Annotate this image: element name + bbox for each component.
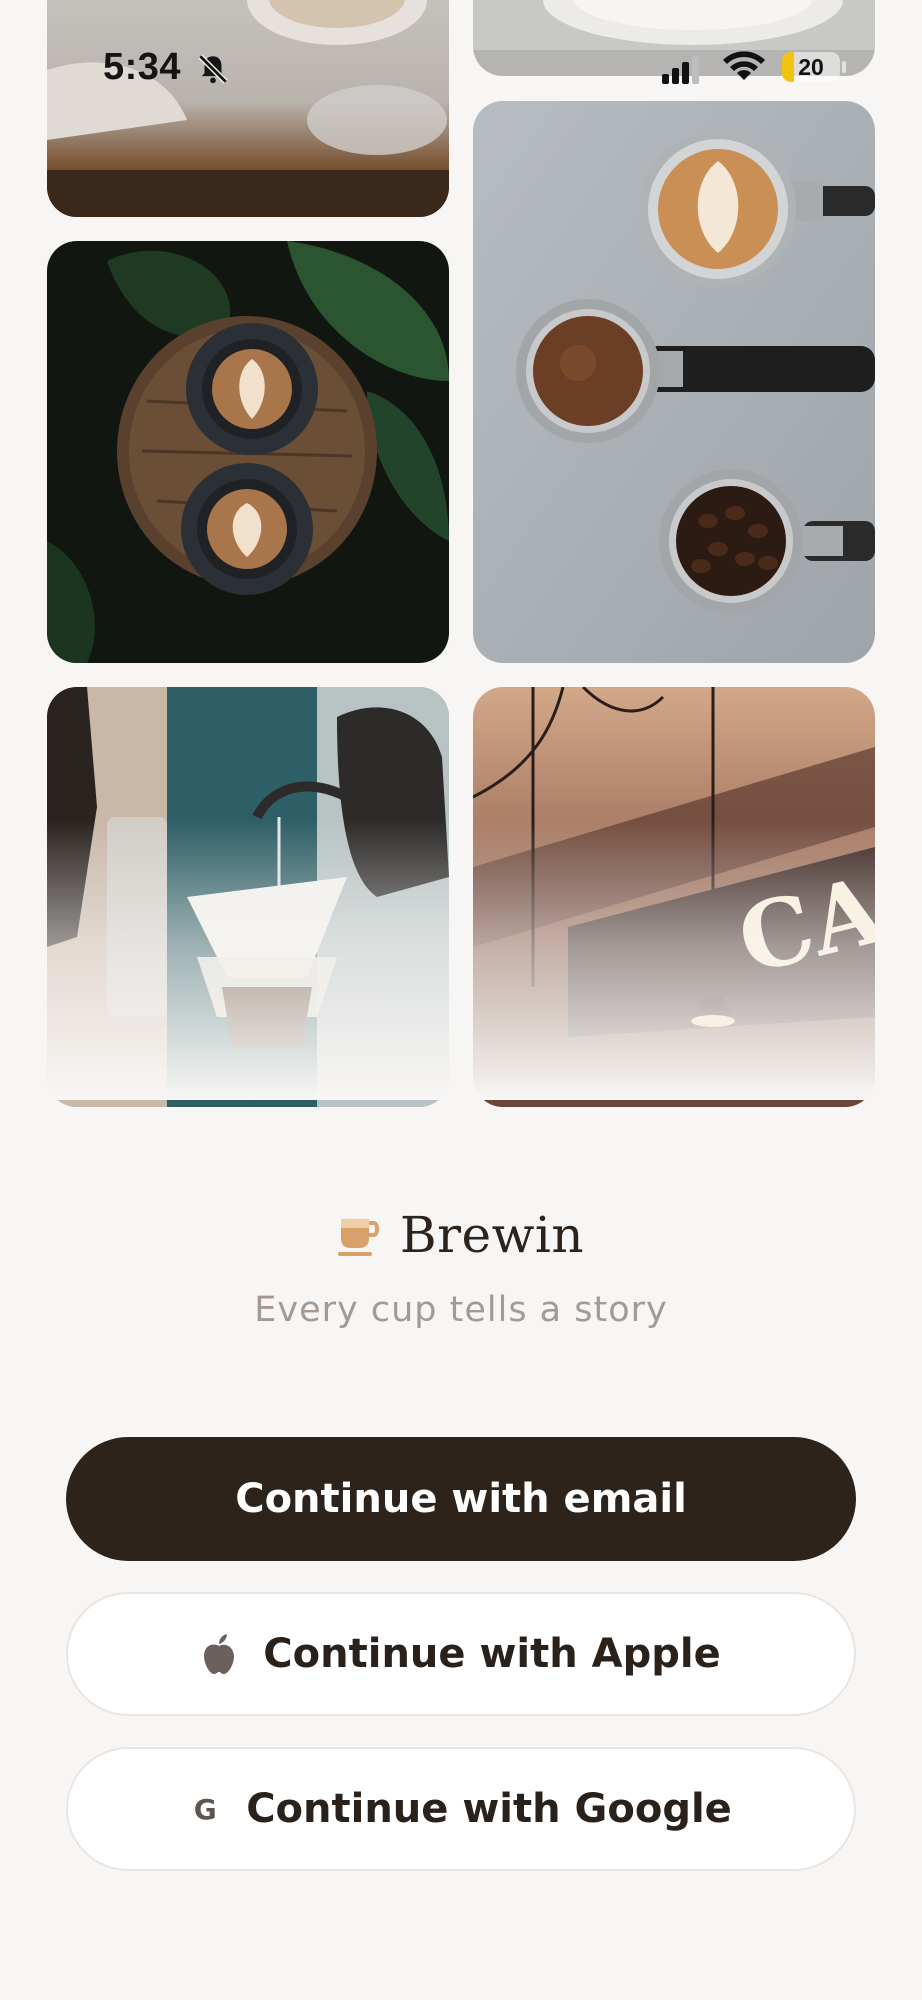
battery-percent: 20: [798, 54, 824, 80]
continue-google-button[interactable]: G Continue with Google: [66, 1747, 856, 1871]
bell-muted-icon: [198, 54, 228, 84]
continue-apple-label: Continue with Apple: [263, 1631, 721, 1677]
status-time: 5:34: [103, 46, 182, 88]
battery-cap: [842, 61, 846, 73]
app-name: Brewin: [399, 1206, 585, 1264]
battery-indicator: 20: [782, 52, 840, 82]
google-icon: G: [193, 1792, 217, 1826]
continue-email-button[interactable]: Continue with email: [66, 1437, 856, 1561]
brand-header: Brewin: [0, 1205, 922, 1265]
photo-portafilters: [473, 101, 875, 663]
continue-google-label: Continue with Google: [246, 1786, 732, 1832]
continue-email-label: Continue with email: [235, 1476, 687, 1522]
apple-icon: [204, 1634, 235, 1674]
tagline: Every cup tells a story: [254, 1290, 668, 1330]
photo-cafe-sign: CA: [473, 687, 875, 1107]
photo-pour-over: [47, 687, 449, 1107]
continue-apple-button[interactable]: Continue with Apple: [66, 1592, 856, 1716]
signal-icon: [662, 56, 699, 84]
photo-coffee-table: [47, 0, 449, 217]
photo-two-lattes: [47, 241, 449, 663]
coffee-cup-icon: [337, 1219, 379, 1256]
wifi-icon: [723, 51, 765, 80]
